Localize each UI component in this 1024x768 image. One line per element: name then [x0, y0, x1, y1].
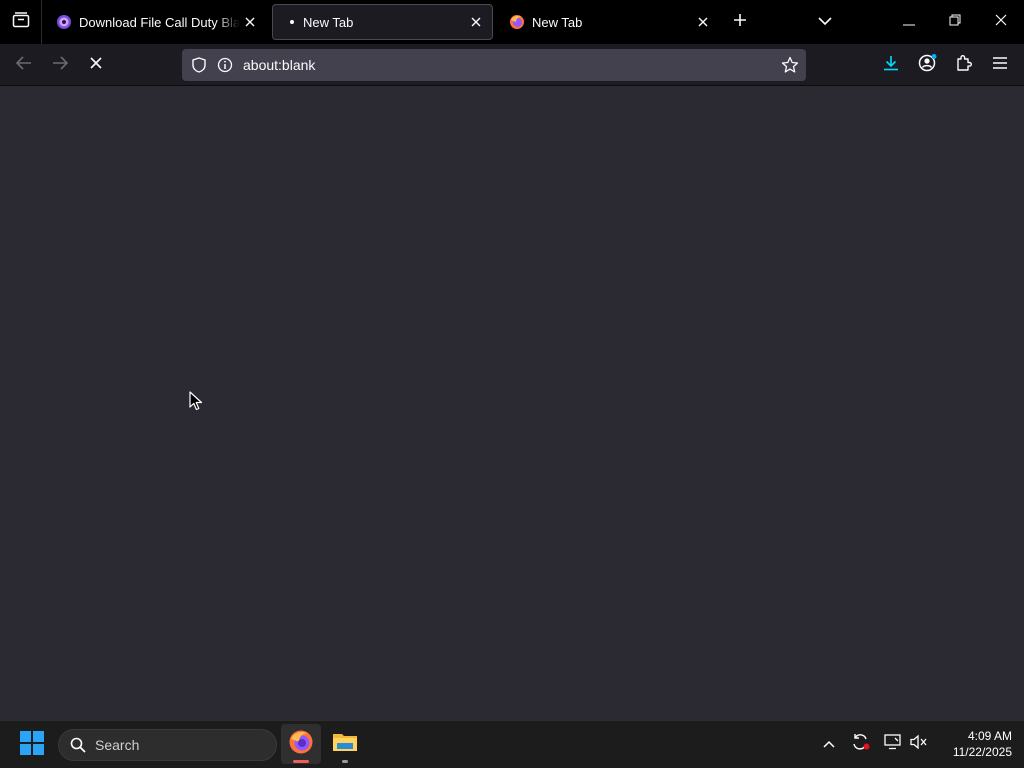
page-content-blank[interactable]	[0, 86, 1024, 720]
downloads-button[interactable]	[875, 49, 907, 81]
taskbar-file-explorer-app[interactable]	[325, 724, 365, 764]
search-icon	[69, 736, 87, 754]
navigation-toolbar	[0, 44, 1024, 86]
address-bar[interactable]	[182, 49, 806, 81]
chevron-up-icon	[823, 735, 835, 753]
account-icon	[918, 53, 938, 78]
download-icon	[883, 55, 899, 76]
close-window-button[interactable]	[978, 0, 1024, 44]
folder-icon	[332, 731, 358, 758]
forward-arrow-icon	[52, 55, 69, 75]
application-menu-button[interactable]	[984, 49, 1016, 81]
tab-download-file[interactable]: Download File Call Duty Black Ops	[44, 4, 266, 40]
windows-logo-icon	[20, 730, 44, 760]
stop-x-icon	[90, 56, 102, 74]
system-clock[interactable]: 4:09 AM 11/22/2025	[936, 728, 1012, 762]
tab-strip: Download File Call Duty Black Ops New Ta…	[0, 0, 1024, 44]
show-hidden-icons-button[interactable]	[816, 731, 842, 757]
monitor-icon	[884, 733, 902, 755]
start-button[interactable]	[12, 727, 52, 763]
url-input[interactable]	[243, 53, 763, 77]
site-favicon-icon	[56, 14, 72, 30]
star-icon[interactable]	[780, 55, 800, 75]
back-button[interactable]	[8, 49, 40, 81]
tab-new-tab[interactable]: New Tab	[497, 4, 719, 40]
sync-icon	[851, 733, 871, 756]
taskbar-firefox-app[interactable]	[281, 724, 321, 764]
tab-list-button[interactable]	[0, 0, 42, 44]
restore-icon	[949, 13, 961, 31]
minimize-icon	[903, 13, 915, 31]
account-button[interactable]	[912, 49, 944, 81]
running-indicator	[293, 760, 309, 763]
mouse-pointer-icon	[189, 391, 203, 411]
desktop-screen: Download File Call Duty Black Ops New Ta…	[0, 0, 1024, 768]
list-all-tabs-button[interactable]	[811, 8, 839, 36]
running-indicator	[342, 760, 348, 763]
tab-close-icon[interactable]	[240, 12, 260, 32]
tab-new-tab-active[interactable]: New Tab	[272, 4, 493, 40]
firefox-icon	[288, 729, 314, 760]
stop-loading-button[interactable]	[80, 49, 112, 81]
network-volume-button[interactable]	[906, 731, 932, 757]
new-tab-button[interactable]	[726, 8, 754, 36]
speaker-muted-icon	[910, 734, 928, 755]
loading-dot-icon	[289, 14, 295, 30]
tab-title: New Tab	[532, 14, 583, 30]
display-tray-button[interactable]	[880, 731, 906, 757]
clock-time: 4:09 AM	[967, 729, 1012, 743]
tab-title: Download File Call Duty Black Ops	[79, 14, 240, 30]
tab-close-icon[interactable]	[466, 12, 486, 32]
clock-date: 11/22/2025	[952, 745, 1012, 759]
close-icon	[995, 13, 1007, 31]
tab-list-icon	[12, 11, 30, 33]
puzzle-icon	[955, 54, 973, 77]
windows-taskbar: Search 4:09 AM 11/22/2025	[0, 720, 1024, 768]
info-icon[interactable]	[216, 56, 234, 74]
restore-button[interactable]	[932, 0, 978, 44]
forward-button[interactable]	[44, 49, 76, 81]
sync-status-button[interactable]	[848, 731, 874, 757]
tab-title: New Tab	[303, 14, 354, 30]
chevron-down-icon	[818, 13, 832, 31]
tab-close-icon[interactable]	[693, 12, 713, 32]
extensions-button[interactable]	[948, 49, 980, 81]
firefox-favicon-icon	[509, 14, 525, 30]
plus-icon	[733, 13, 747, 32]
search-label: Search	[95, 737, 140, 753]
back-arrow-icon	[15, 55, 32, 75]
minimize-button[interactable]	[886, 0, 932, 44]
taskbar-search-box[interactable]: Search	[58, 729, 277, 761]
shield-icon[interactable]	[190, 56, 208, 74]
hamburger-menu-icon	[992, 56, 1008, 75]
